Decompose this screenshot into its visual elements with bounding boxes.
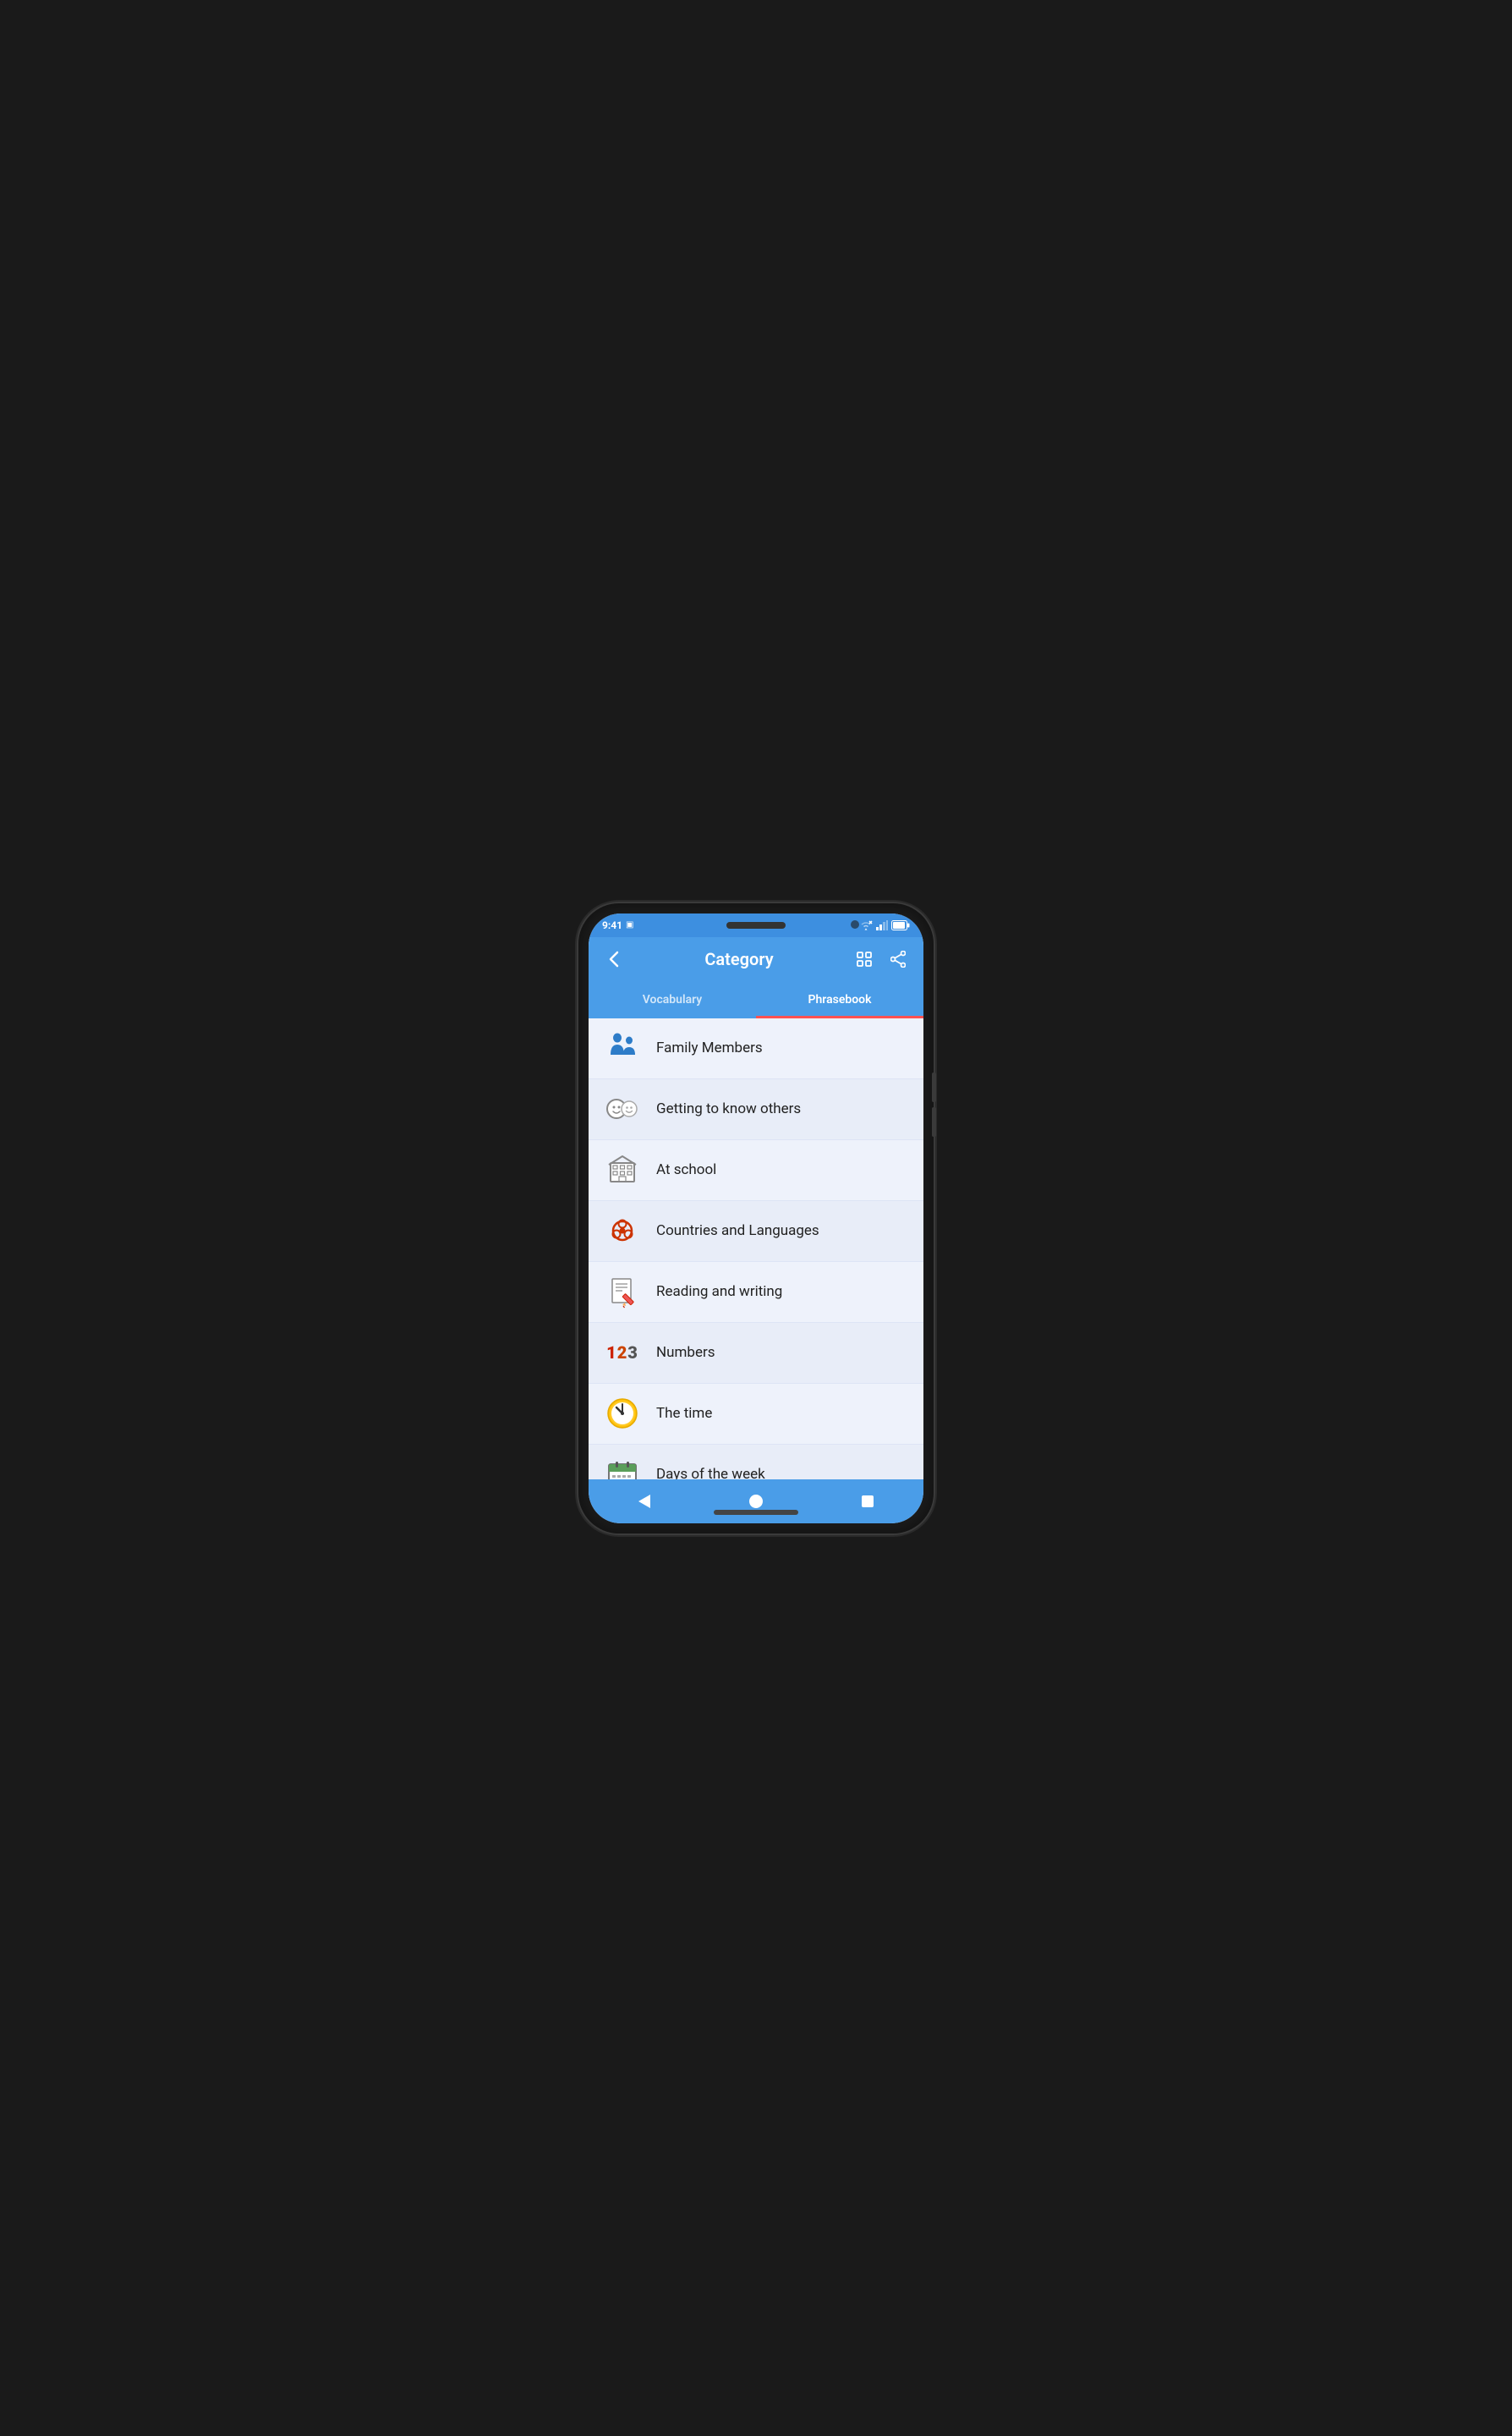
family-members-label: Family Members — [656, 1040, 763, 1056]
status-time: 9:41 — [602, 919, 622, 931]
days-of-week-icon — [602, 1454, 643, 1479]
list-item[interactable]: At school — [589, 1140, 923, 1201]
status-left: 9:41 ▣ — [602, 919, 634, 931]
toolbar-title: Category — [629, 949, 849, 969]
phone-screen: 9:41 ▣ — [589, 914, 923, 1523]
list-item[interactable]: Days of the week — [589, 1445, 923, 1479]
sim-icon: ▣ — [626, 920, 633, 930]
bottom-nav — [589, 1479, 923, 1523]
list-item[interactable]: Family Members — [589, 1018, 923, 1079]
category-list: Family Members — [589, 1018, 923, 1479]
list-item[interactable]: Countries and Languages — [589, 1201, 923, 1262]
reading-writing-label: Reading and writing — [656, 1283, 782, 1300]
list-item[interactable]: 123 Numbers — [589, 1323, 923, 1384]
tab-vocabulary[interactable]: Vocabulary — [589, 981, 756, 1018]
wifi-icon — [859, 920, 873, 930]
nav-recent-button[interactable] — [849, 1483, 886, 1520]
at-school-label: At school — [656, 1161, 716, 1178]
nav-back-button[interactable] — [626, 1483, 663, 1520]
at-school-icon — [602, 1149, 643, 1190]
toolbar: Category — [589, 937, 923, 981]
back-button[interactable] — [599, 944, 629, 974]
tab-bar: Vocabulary Phrasebook — [589, 981, 923, 1018]
phone-speaker — [726, 922, 786, 929]
phone-camera — [851, 920, 859, 929]
share-button[interactable] — [883, 944, 913, 974]
the-time-label: The time — [656, 1405, 712, 1422]
grid-icon-button[interactable] — [849, 944, 879, 974]
list-item[interactable]: Reading and writing — [589, 1262, 923, 1323]
signal-icon — [876, 920, 888, 930]
the-time-icon — [602, 1393, 643, 1434]
countries-languages-icon — [602, 1210, 643, 1251]
phone-home-bar — [714, 1510, 798, 1515]
getting-to-know-label: Getting to know others — [656, 1100, 801, 1117]
countries-languages-label: Countries and Languages — [656, 1222, 819, 1239]
phone-frame: 9:41 ▣ — [578, 903, 934, 1533]
reading-writing-icon — [602, 1271, 643, 1312]
family-members-icon — [602, 1028, 643, 1068]
numbers-label: Numbers — [656, 1344, 715, 1361]
battery-icon — [891, 920, 910, 930]
list-item[interactable]: Getting to know others — [589, 1079, 923, 1140]
getting-to-know-icon — [602, 1089, 643, 1129]
tab-phrasebook[interactable]: Phrasebook — [756, 981, 923, 1018]
status-right — [859, 920, 910, 930]
days-of-week-label: Days of the week — [656, 1466, 765, 1479]
numbers-icon: 123 — [602, 1332, 643, 1373]
side-buttons — [932, 1073, 936, 1137]
list-item[interactable]: The time — [589, 1384, 923, 1445]
